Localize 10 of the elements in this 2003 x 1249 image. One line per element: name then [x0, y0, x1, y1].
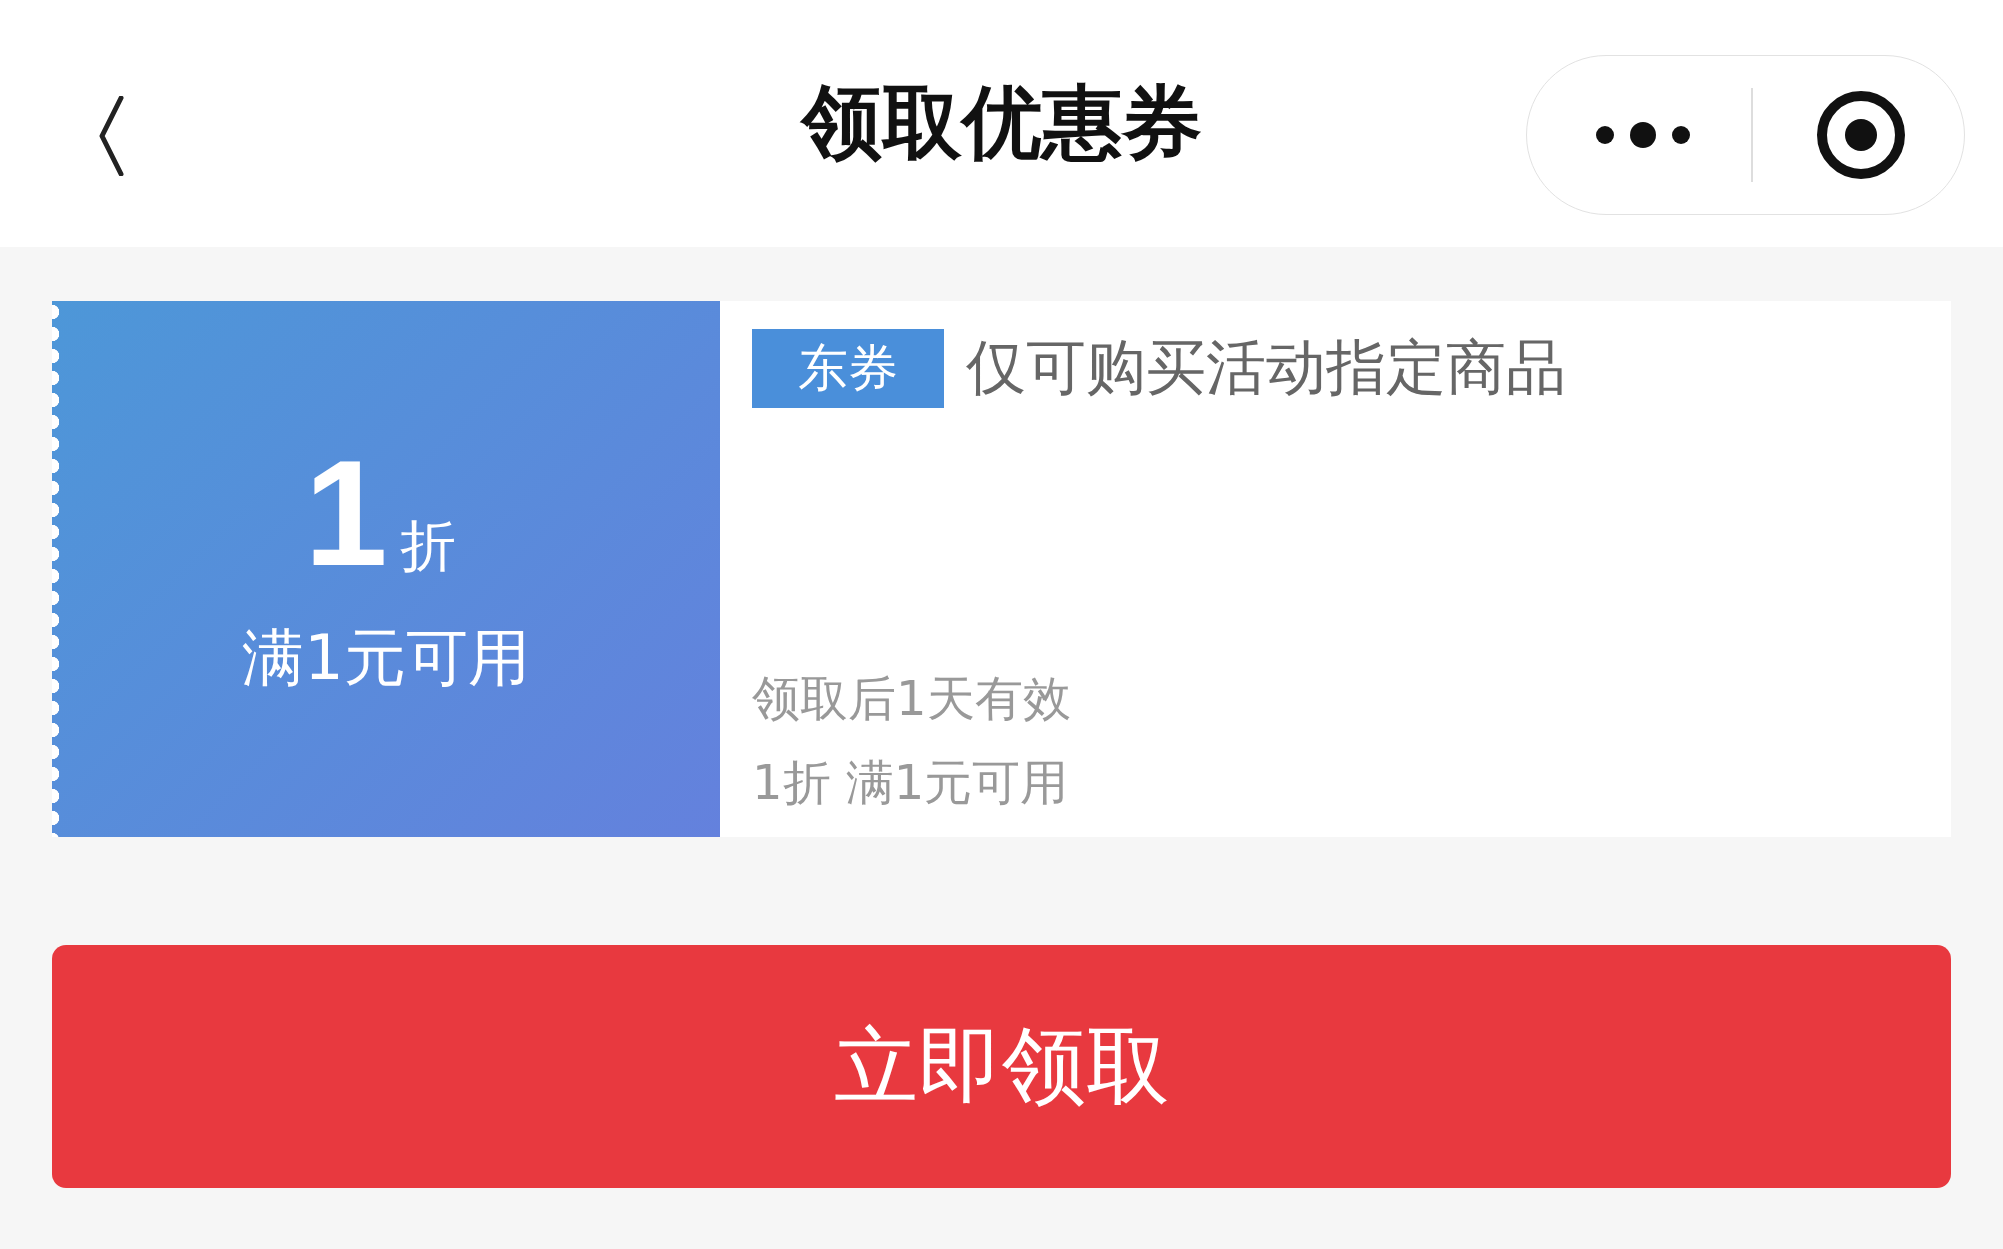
- discount-value: 1: [304, 438, 388, 588]
- coupon-condition: 满1元可用: [242, 620, 530, 696]
- more-icon[interactable]: [1595, 120, 1691, 150]
- validity-text: 领取后1天有效: [752, 669, 1072, 728]
- coupon-tag: 东券: [752, 329, 944, 408]
- claim-button[interactable]: 立即领取: [52, 945, 1951, 1188]
- coupon-detail: 1折 满1元可用: [752, 753, 1070, 812]
- discount-unit: 折: [399, 512, 456, 580]
- page-title: 领取优惠券: [801, 74, 1202, 171]
- coupon-description: 仅可购买活动指定商品: [966, 331, 1566, 404]
